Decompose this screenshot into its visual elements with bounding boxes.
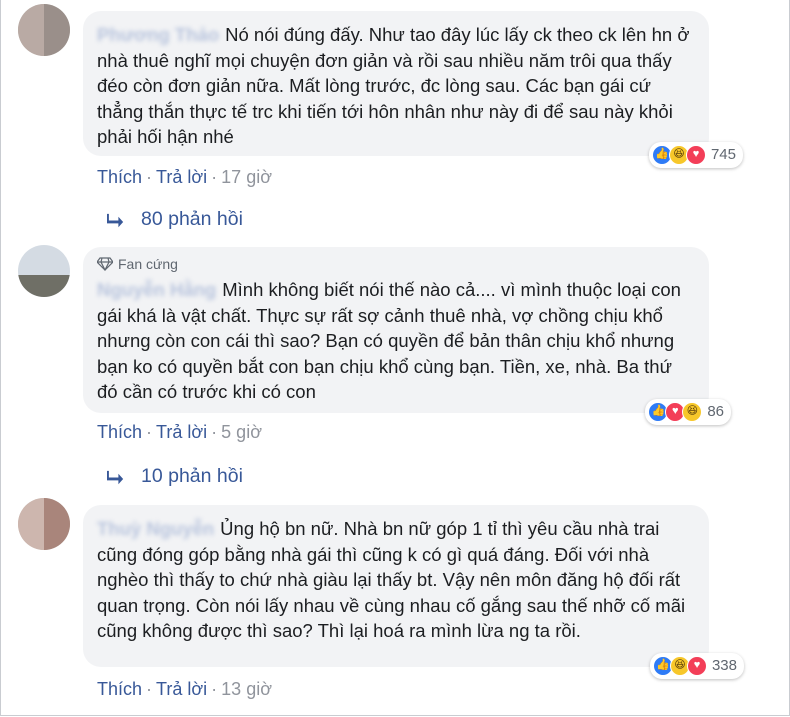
avatar[interactable] — [18, 498, 70, 550]
heart-icon: ♥ — [685, 145, 706, 165]
reply-link[interactable]: Trả lời — [156, 422, 207, 442]
comment-time[interactable]: 17 giờ — [221, 167, 272, 187]
reaction-count: 86 — [707, 403, 724, 421]
like-link[interactable]: Thích — [97, 167, 142, 187]
replies-count[interactable]: 80 phản hồi — [141, 208, 243, 231]
laughing-face-icon: 😆 — [682, 402, 703, 422]
diamond-icon — [97, 257, 113, 271]
comment-bubble: Phương Thảo Nó nói đúng đấy. Như tao đây … — [83, 11, 743, 168]
comment-actions: Thích · Trả lời · 17 giờ — [97, 167, 273, 187]
comment-author[interactable]: Phương Thảo — [97, 24, 219, 45]
reply-arrow-icon — [107, 213, 124, 227]
reply-link[interactable]: Trả lời — [156, 679, 207, 699]
reaction-count: 745 — [710, 146, 736, 164]
comment-author[interactable]: Nguyễn Hằng — [97, 279, 216, 300]
comment-bubble: Fan cứng Nguyễn Hằng Mình không biết nói … — [83, 247, 731, 425]
comment-time[interactable]: 13 giờ — [221, 679, 272, 699]
replies-count[interactable]: 10 phản hồi — [141, 465, 243, 488]
comment-actions: Thích · Trả lời · 13 giờ — [97, 679, 273, 699]
reply-link[interactable]: Trả lời — [156, 167, 207, 187]
reaction-summary[interactable]: 👍 😆 ♥ 745 — [648, 142, 743, 168]
avatar[interactable] — [18, 245, 70, 297]
badge-label: Fan cứng — [118, 256, 178, 272]
view-replies-link[interactable]: 10 phản hồi — [107, 465, 243, 488]
reply-arrow-icon — [107, 470, 124, 484]
comment-time[interactable]: 5 giờ — [221, 422, 262, 442]
comment-author[interactable]: Thuỳ Nguyễn — [97, 518, 214, 539]
comment-actions: Thích · Trả lời · 5 giờ — [97, 422, 262, 442]
reaction-count: 338 — [711, 657, 737, 675]
avatar[interactable] — [18, 4, 70, 56]
like-link[interactable]: Thích — [97, 679, 142, 699]
heart-icon: ♥ — [686, 656, 707, 676]
reaction-summary[interactable]: 👍 😆 ♥ 338 — [649, 653, 744, 679]
like-link[interactable]: Thích — [97, 422, 142, 442]
comment-bubble: Thuỳ Nguyễn Ủng hộ bn nữ. Nhà bn nữ góp 1… — [83, 505, 744, 679]
reaction-summary[interactable]: 👍 ♥ 😆 86 — [645, 399, 731, 425]
fan-badge: Fan cứng — [97, 255, 695, 273]
view-replies-link[interactable]: 80 phản hồi — [107, 208, 243, 231]
